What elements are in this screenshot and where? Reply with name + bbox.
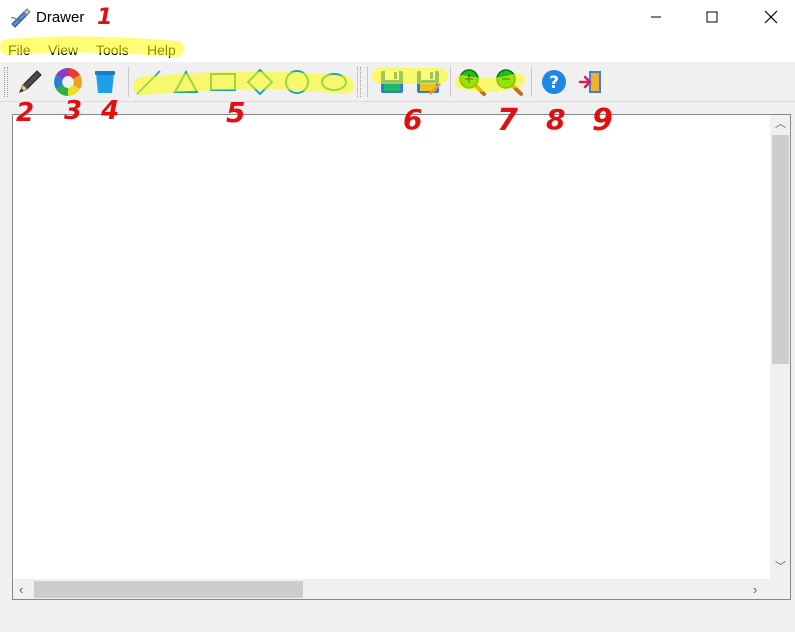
circle-icon (285, 70, 309, 94)
close-icon (764, 10, 778, 24)
minimize-button[interactable] (633, 0, 679, 34)
annotation-number: 6 (403, 103, 423, 136)
zoom-out-icon (496, 69, 523, 96)
help-icon: ? (542, 70, 566, 94)
ellipse-icon (321, 73, 347, 91)
annotation-number: 7 (497, 103, 518, 138)
color-wheel-icon (54, 68, 82, 96)
toolbar-separator (128, 67, 129, 97)
horizontal-scrollbar[interactable]: ‹ › (13, 579, 770, 599)
vertical-scrollbar[interactable]: ︿ ﹀ (770, 115, 790, 580)
color-picker-button[interactable] (52, 65, 84, 99)
triangle-icon (173, 69, 199, 93)
menu-bar: File View Tools Help (0, 36, 795, 62)
toolbar-separator (450, 67, 451, 97)
drawer-window: Drawer File View Tools Help ? ︿ ﹀ ‹ › 1 … (0, 0, 795, 632)
menu-view[interactable]: View (48, 42, 78, 58)
toolbar-grip[interactable] (357, 67, 361, 97)
title-bar: Drawer (0, 0, 795, 36)
save-button[interactable] (376, 65, 408, 99)
line-icon (136, 70, 161, 95)
annotation-number: 2 (16, 98, 35, 128)
rectangle-icon (210, 73, 236, 91)
exit-button[interactable] (575, 65, 607, 99)
menu-tools[interactable]: Tools (96, 42, 129, 58)
exit-icon (578, 71, 601, 93)
vertical-scroll-thumb[interactable] (772, 135, 789, 364)
zoom-in-button[interactable] (456, 65, 488, 99)
rectangle-tool-button[interactable] (207, 65, 239, 99)
horizontal-scroll-thumb[interactable] (34, 581, 303, 598)
annotation-number: 9 (592, 103, 613, 138)
ellipse-tool-button[interactable] (318, 65, 350, 99)
pencil-icon (19, 70, 42, 93)
annotation-number: 4 (101, 96, 120, 126)
circle-tool-button[interactable] (281, 65, 313, 99)
annotation-number: 5 (226, 96, 246, 129)
help-button[interactable]: ? (538, 65, 570, 99)
zoom-in-icon (459, 69, 486, 96)
annotation-number: 1 (97, 5, 113, 30)
scroll-down-icon[interactable]: ﹀ (775, 562, 786, 573)
maximize-icon (706, 11, 718, 23)
scroll-up-icon[interactable]: ︿ (775, 119, 786, 130)
triangle-tool-button[interactable] (170, 65, 202, 99)
pen-tool-icon (10, 8, 31, 28)
line-tool-button[interactable] (132, 65, 164, 99)
zoom-out-button[interactable] (493, 65, 525, 99)
menu-help[interactable]: Help (147, 42, 176, 58)
toolbar-grip[interactable] (4, 67, 8, 97)
diamond-icon (246, 68, 274, 96)
toolbar: ? (0, 62, 795, 102)
menu-file[interactable]: File (8, 42, 31, 58)
maximize-button[interactable] (689, 0, 735, 34)
annotation-number: 8 (546, 103, 566, 136)
bucket-icon (95, 71, 115, 93)
svg-text:?: ? (549, 73, 559, 93)
scroll-right-icon[interactable]: › (753, 583, 757, 596)
toolbar-separator (531, 67, 532, 97)
minimize-icon (651, 16, 661, 18)
save-as-button[interactable] (412, 65, 444, 99)
pencil-button[interactable] (14, 65, 46, 99)
close-button[interactable] (748, 0, 794, 34)
save-as-icon (417, 71, 441, 95)
scrollbar-corner (770, 579, 790, 599)
window-title: Drawer (36, 9, 85, 26)
scroll-left-icon[interactable]: ‹ (19, 583, 23, 596)
toolbar-separator (367, 67, 368, 97)
annotation-number: 3 (64, 96, 83, 126)
save-icon (381, 71, 403, 93)
fill-bucket-button[interactable] (89, 65, 121, 99)
drawing-canvas[interactable]: ︿ ﹀ ‹ › (12, 114, 791, 600)
diamond-tool-button[interactable] (244, 65, 276, 99)
